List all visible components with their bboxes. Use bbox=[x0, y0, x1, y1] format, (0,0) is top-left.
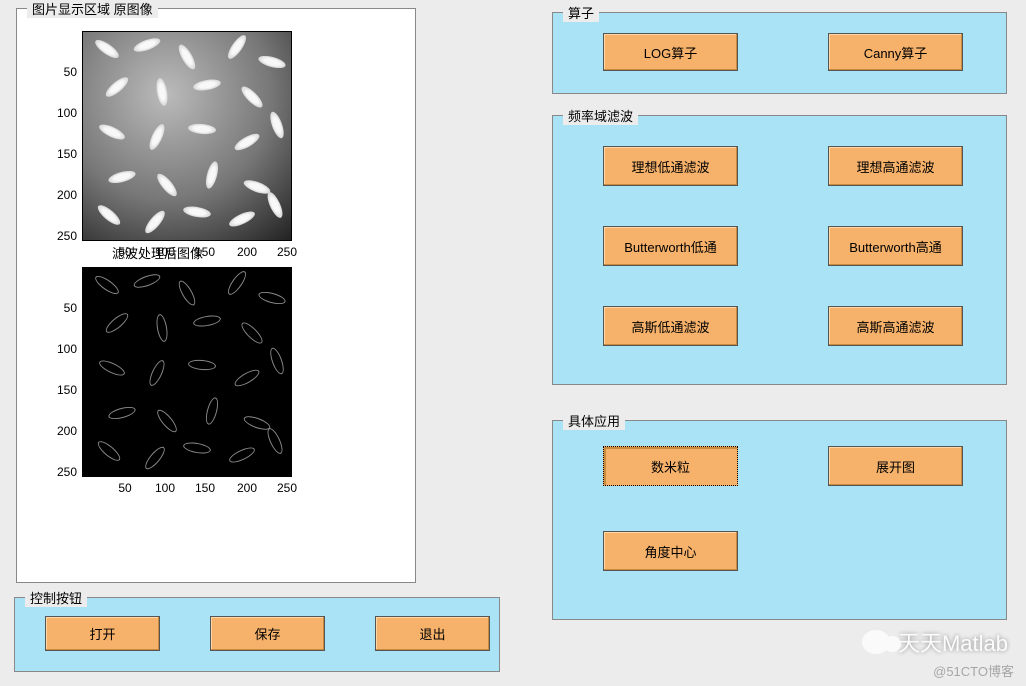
angle-center-button[interactable]: 角度中心 bbox=[603, 531, 738, 571]
axis-tick: 250 bbox=[272, 481, 302, 495]
control-panel-legend: 控制按钮 bbox=[25, 588, 87, 607]
axis-tick: 250 bbox=[272, 245, 302, 259]
axis-tick: 250 bbox=[37, 229, 77, 243]
log-operator-button[interactable]: LOG算子 bbox=[603, 33, 738, 71]
axis-tick: 50 bbox=[110, 245, 140, 259]
save-button[interactable]: 保存 bbox=[210, 616, 325, 651]
image-display-panel: 图片显示区域 原图像 50 100 150 200 250 滤波处理后图像 50… bbox=[16, 8, 416, 583]
operator-panel-legend: 算子 bbox=[563, 3, 599, 22]
axis-tick: 100 bbox=[37, 342, 77, 356]
application-panel: 具体应用 数米粒 展开图 角度中心 bbox=[552, 420, 1007, 620]
operator-panel: 算子 LOG算子 Canny算子 bbox=[552, 12, 1007, 94]
wechat-icon bbox=[862, 630, 890, 654]
wechat-watermark-text: 天天Matlab bbox=[898, 626, 1008, 658]
open-button[interactable]: 打开 bbox=[45, 616, 160, 651]
original-image-plot bbox=[82, 31, 292, 241]
axis-tick: 200 bbox=[37, 188, 77, 202]
axis-tick: 250 bbox=[37, 465, 77, 479]
cto-watermark: @51CTO博客 bbox=[933, 661, 1014, 680]
butterworth-highpass-button[interactable]: Butterworth高通 bbox=[828, 226, 963, 266]
axis-tick: 150 bbox=[190, 245, 220, 259]
axis-tick: 200 bbox=[232, 245, 262, 259]
spread-image-button[interactable]: 展开图 bbox=[828, 446, 963, 486]
axis-tick: 100 bbox=[37, 106, 77, 120]
axis-tick: 150 bbox=[37, 147, 77, 161]
axis-tick: 50 bbox=[37, 301, 77, 315]
axis-tick: 50 bbox=[37, 65, 77, 79]
gaussian-lowpass-button[interactable]: 高斯低通滤波 bbox=[603, 306, 738, 346]
axis-tick: 200 bbox=[37, 424, 77, 438]
gaussian-highpass-button[interactable]: 高斯高通滤波 bbox=[828, 306, 963, 346]
axis-tick: 100 bbox=[150, 245, 180, 259]
canny-operator-button[interactable]: Canny算子 bbox=[828, 33, 963, 71]
axis-tick: 50 bbox=[110, 481, 140, 495]
filtered-image-plot bbox=[82, 267, 292, 477]
control-panel: 控制按钮 打开 保存 退出 bbox=[14, 597, 500, 672]
wechat-watermark: 天天Matlab bbox=[862, 626, 1008, 658]
axis-tick: 200 bbox=[232, 481, 262, 495]
axis-tick: 150 bbox=[190, 481, 220, 495]
frequency-filter-panel: 频率域滤波 理想低通滤波 理想高通滤波 Butterworth低通 Butter… bbox=[552, 115, 1007, 385]
exit-button[interactable]: 退出 bbox=[375, 616, 490, 651]
frequency-panel-legend: 频率域滤波 bbox=[563, 106, 638, 125]
application-panel-legend: 具体应用 bbox=[563, 411, 625, 430]
butterworth-lowpass-button[interactable]: Butterworth低通 bbox=[603, 226, 738, 266]
image-panel-legend: 图片显示区域 原图像 bbox=[27, 0, 158, 18]
axis-tick: 150 bbox=[37, 383, 77, 397]
ideal-highpass-button[interactable]: 理想高通滤波 bbox=[828, 146, 963, 186]
ideal-lowpass-button[interactable]: 理想低通滤波 bbox=[603, 146, 738, 186]
count-rice-button[interactable]: 数米粒 bbox=[603, 446, 738, 486]
axis-tick: 100 bbox=[150, 481, 180, 495]
